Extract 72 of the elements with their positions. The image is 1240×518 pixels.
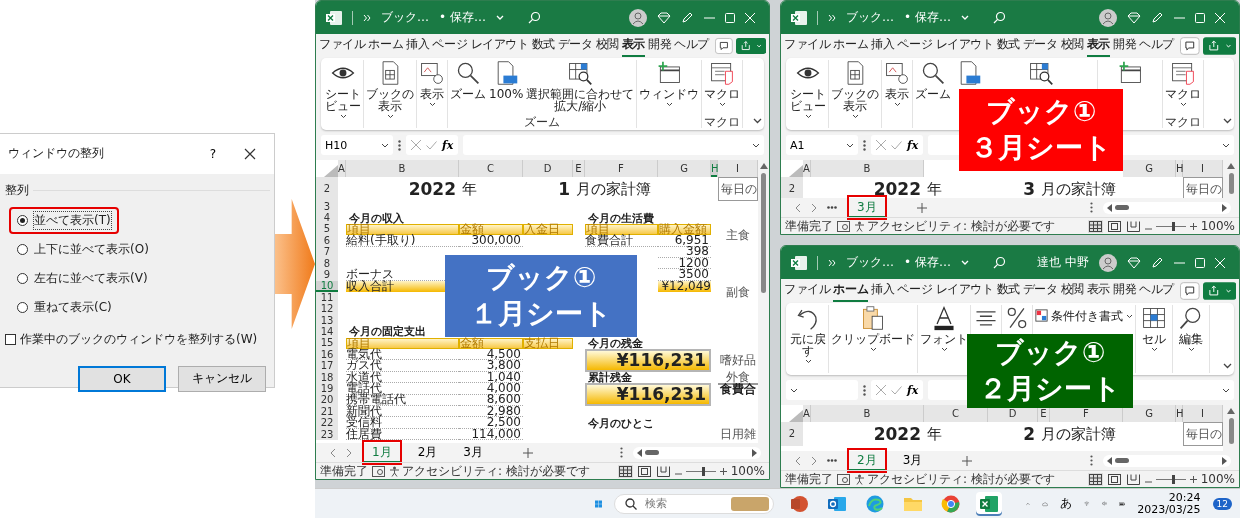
year-cell-text: 2022 [872,177,922,198]
amount-cell: 1,040 [459,371,523,384]
balance-cell: ¥116,231 [585,349,711,372]
amount-cell: 398 [658,246,711,258]
callout-text: ブック① [985,94,1097,130]
callout-text: １月シート [470,296,612,332]
year-cell-text: 2 [1022,422,1036,446]
item-cell: 住居費 [346,428,459,441]
status-text: 準備完了 [320,462,368,479]
category-cell-text: 嗜好品 [719,351,757,369]
category-cell-text: 外食 [725,371,751,384]
title-cell-text: 月の家計簿 [1040,423,1117,445]
group-label: ズーム [524,116,561,128]
save-status: • 保存… [904,254,951,271]
amount-cell: 6,951 [658,235,711,247]
item-cell: 食費合計 [585,235,658,247]
callout-text: ３月シート [970,130,1112,166]
title-cell-text: 月の家計簿 [575,178,652,200]
amount-cell: 1200 [658,257,711,270]
item-cell: 電気代 [346,349,459,361]
amount-cell: 4,500 [459,349,523,361]
section-heading: 今月の固定支出 [349,326,427,338]
title-cell-text: 年 [926,178,943,198]
save-status: • 保存… [904,9,951,26]
item-cell: 給料(手取り) [346,235,459,247]
user-name: 達也 中野 [1037,254,1089,271]
title-cell-text: 年 [926,423,943,445]
amount-cell: 4,000 [459,383,523,395]
section-heading: 今月のひとこ [587,417,655,429]
group-label: マクロ [1165,116,1201,128]
item-cell: 受信料 [346,417,459,429]
callout-text: ２月シート [979,371,1121,407]
year-cell-text: 3 [1022,177,1036,198]
amount-cell: 8,600 [459,394,523,407]
year-cell-text: 1 [557,177,571,201]
group-label: マクロ [704,116,741,128]
year-cell-text: 2022 [872,422,922,446]
file-name: ブック… [846,254,894,271]
item-cell: 新聞代 [346,406,459,418]
note-cell: 毎日の [1183,422,1223,446]
year-cell-text: 2022 [407,177,457,201]
header-cell: 入金日 [523,223,573,236]
file-name: ブック… [381,9,429,26]
status-text: 準備完了 [785,470,833,487]
amount-cell: 3500 [658,269,711,281]
section-heading: 累計残金 [587,371,633,384]
amount-cell: 2,500 [459,417,523,429]
amount-cell: 2,980 [459,406,523,418]
section-heading: 今月の収入 [349,212,405,224]
dialog-title: ウィンドウの整列 [8,145,104,162]
amount-cell: 114,000 [459,428,523,441]
item-cell: ガス代 [346,360,459,372]
amount-cell: 300,000 [459,235,523,247]
section-heading: 今月の残金 [587,337,644,350]
header-cell: 購入金額 [658,223,711,236]
note-cell: 毎日の [718,177,758,201]
header-cell: 支払日 [523,337,573,350]
category-cell-text: 副食 [725,283,751,301]
section-heading: 今月の生活費 [588,212,655,224]
header-cell: 金額 [459,337,523,350]
callout-text: ブック① [994,335,1106,371]
title-cell-text: 月の家計簿 [1040,178,1117,198]
group-label: 整列 [5,181,29,199]
category-cell-text: 主食 [725,226,751,244]
header-cell: 金額 [459,223,523,236]
category-cell-text: 日用雑 [719,428,757,441]
status-text: 準備完了 [785,217,833,234]
save-status: • 保存… [439,9,486,26]
title-cell-text: 年 [461,178,478,200]
file-name: ブック… [846,9,894,26]
balance-cell: ¥116,231 [585,383,711,407]
amount-cell: 3,800 [459,360,523,372]
